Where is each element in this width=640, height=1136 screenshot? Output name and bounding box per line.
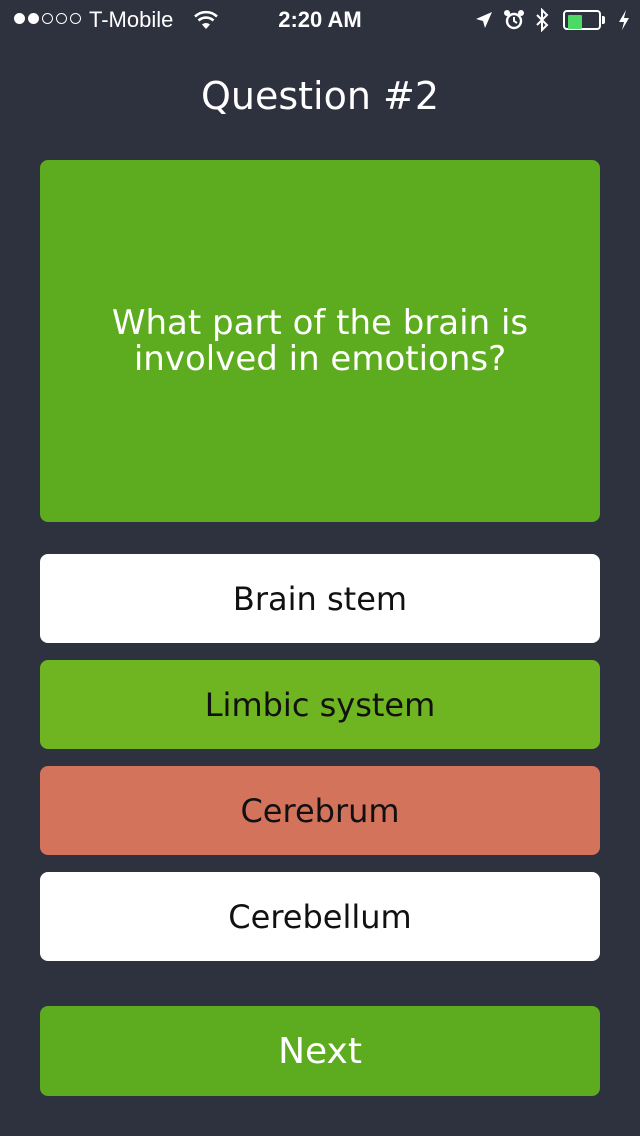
answer-option-cerebrum[interactable]: Cerebrum: [40, 766, 600, 855]
answer-label: Limbic system: [204, 685, 436, 724]
answer-label: Cerebellum: [228, 897, 412, 936]
alarm-icon: [504, 10, 524, 30]
battery-icon: [563, 10, 607, 30]
answer-option-limbic-system[interactable]: Limbic system: [40, 660, 600, 749]
page-title: Question #2: [200, 74, 440, 118]
quiz-screen: T-Mobile 2:20 AM Question #2 What part o…: [0, 0, 640, 1136]
answer-label: Brain stem: [232, 579, 408, 618]
next-button[interactable]: Next: [40, 1006, 600, 1096]
status-bar: T-Mobile 2:20 AM: [0, 0, 640, 40]
question-card: What part of the brain is involved in em…: [40, 160, 600, 522]
location-icon: [476, 12, 492, 28]
bluetooth-icon: [536, 8, 549, 32]
answer-option-brain-stem[interactable]: Brain stem: [40, 554, 600, 643]
question-text: What part of the brain is involved in em…: [111, 303, 529, 379]
battery-level: [568, 15, 583, 29]
answer-label: Cerebrum: [240, 791, 400, 830]
answer-option-cerebellum[interactable]: Cerebellum: [40, 872, 600, 961]
charging-icon: [619, 10, 629, 30]
